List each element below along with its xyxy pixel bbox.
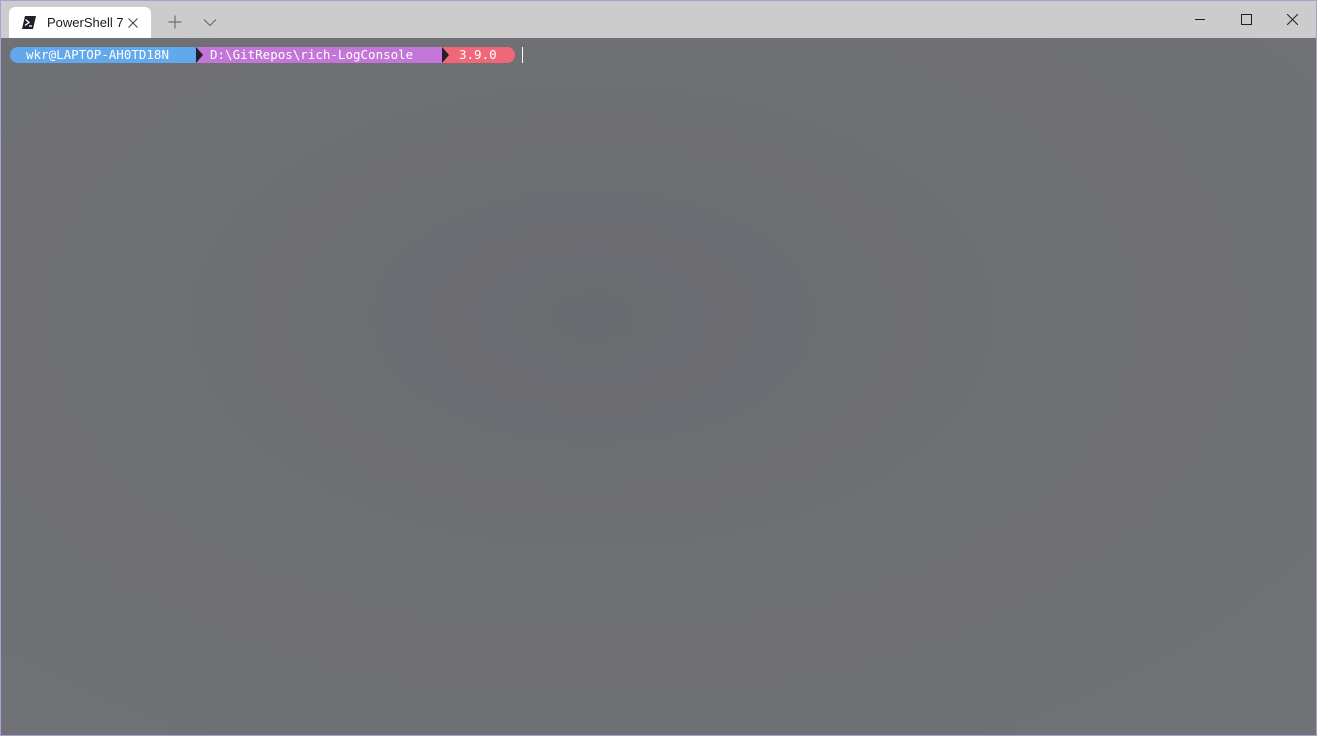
close-window-button[interactable] [1269,1,1315,38]
new-tab-button[interactable] [159,9,191,35]
chevron-down-icon [203,19,217,27]
terminal-pane[interactable]: wkr@LAPTOP-AH0TD18N D:\GitRepos\rich-Log… [1,38,1316,735]
text-cursor [522,47,523,63]
prompt-version-segment: 3.9.0 [442,47,515,63]
maximize-button[interactable] [1223,1,1269,38]
prompt-user-host-segment: wkr@LAPTOP-AH0TD18N [10,47,196,63]
tab-powershell[interactable]: PowerShell 7 [9,7,151,38]
tab-title: PowerShell 7 [47,15,124,30]
close-icon [1287,14,1298,25]
title-bar[interactable]: PowerShell 7 [1,1,1316,38]
powershell-icon [22,16,36,29]
terminal-window: PowerShell 7 wkr@LAPTOP-AH0TD18N D:\GitR… [0,0,1317,736]
profile-dropdown-button[interactable] [194,9,226,35]
maximize-icon [1241,14,1252,25]
prompt-user-host: wkr@LAPTOP-AH0TD18N [26,47,169,62]
plus-icon [168,15,182,29]
prompt-path: D:\GitRepos\rich-LogConsole [210,47,414,62]
minimize-button[interactable] [1177,1,1223,38]
prompt-separator-icon [442,47,449,63]
prompt-version: 3.9.0 [459,47,497,62]
prompt-separator-icon [196,47,203,63]
minimize-icon [1195,19,1205,20]
close-icon[interactable] [126,16,140,30]
prompt-path-segment: D:\GitRepos\rich-LogConsole [196,47,442,63]
